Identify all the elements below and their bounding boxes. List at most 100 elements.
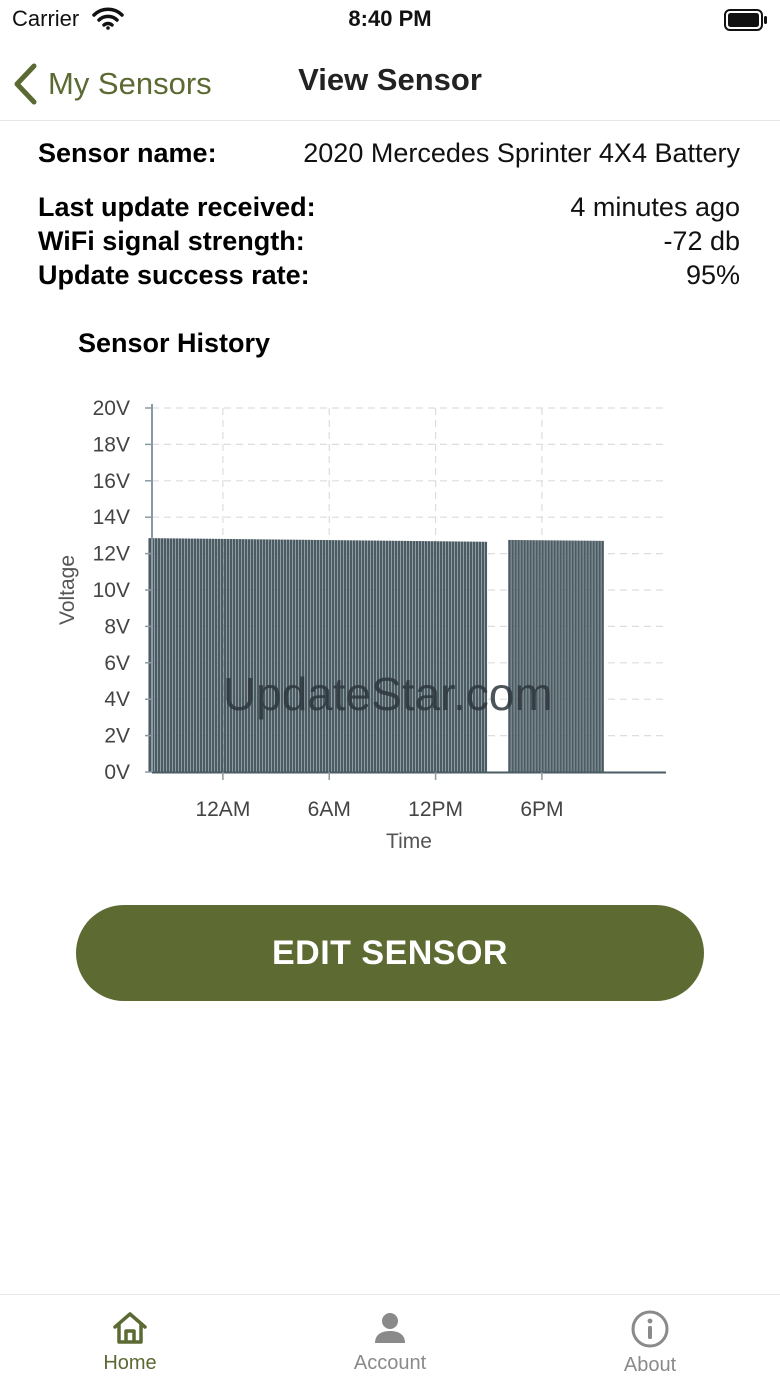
bar [529,540,532,772]
bar [586,540,589,772]
bar [466,541,470,772]
bar [337,540,341,772]
sensor-history-chart: 0V 2V 4V 6V 8V 10V 12V 14V 16V 18V 20V 12AM 6AM 12PM 6… [56,397,666,853]
bar [394,540,398,772]
bar [148,538,152,772]
bar [193,538,197,772]
bar [451,541,455,772]
bar [277,539,281,772]
x-tick-label: 12PM [408,798,463,821]
bar [457,541,461,772]
bar [421,541,425,772]
bar [169,538,173,772]
bar [280,539,284,772]
bar [358,540,362,772]
bar [406,540,410,772]
stat-label: Last update received: [38,192,316,222]
x-axis-title: Time [386,830,432,853]
bar [274,539,278,772]
bar [418,541,422,772]
y-tick-label: 20V [93,397,130,420]
chevron-left-icon [14,63,37,105]
bar [220,538,224,772]
bar [475,541,479,772]
y-tick-label: 18V [93,433,130,456]
sensor-stats: Last update received: 4 minutes ago WiFi… [38,192,740,294]
bar [268,539,272,772]
navigation-bar: My Sensors View Sensor [0,48,780,121]
x-tick-label: 6AM [308,798,351,821]
stat-value: -72 db [663,226,740,256]
bar [205,538,209,772]
battery-icon [724,9,767,31]
person-icon [375,1313,405,1343]
y-tick-label: 16V [93,470,130,493]
bar [238,539,242,772]
bar [322,540,326,772]
home-icon [113,1312,147,1344]
bar [154,538,158,772]
bar [484,541,488,772]
bar [271,539,275,772]
bar [601,540,604,772]
bar [550,540,553,772]
y-tick-label: 4V [104,688,130,711]
bar [598,540,601,772]
bar [172,538,176,772]
chart-title: Sensor History [78,328,271,358]
bar [217,538,221,772]
bar [262,539,266,772]
bar [295,539,299,772]
tab-account[interactable]: Account [260,1295,520,1388]
bar [331,540,335,772]
bar [445,541,449,772]
bar [355,540,359,772]
y-tick-label: 10V [93,579,130,602]
bar [229,539,233,772]
bar [478,541,482,772]
bar [250,539,254,772]
back-label: My Sensors [48,66,212,101]
edit-sensor-button[interactable]: EDIT SENSOR [76,905,704,1001]
bar [559,540,562,772]
bar [556,540,559,772]
bar [181,538,185,772]
bar [592,540,595,772]
bar [313,539,317,772]
bar [427,541,431,772]
y-tick-label: 12V [93,543,130,566]
bar [580,540,583,772]
bar [166,538,170,772]
back-button[interactable]: My Sensors [12,56,212,112]
y-tick-label: 6V [104,652,130,675]
bar [514,540,517,772]
bar [544,540,547,772]
bar [316,539,320,772]
bar [382,540,386,772]
tab-about[interactable]: About [520,1295,780,1388]
y-tick-label: 0V [104,761,130,784]
bar [520,540,523,772]
bar [304,539,308,772]
bar [430,541,434,772]
bar [412,540,416,772]
bar [187,538,191,772]
y-tick-label: 14V [93,506,130,529]
bar [583,540,586,772]
bar [565,540,568,772]
y-axis-title: Voltage [56,555,79,625]
bar [184,538,188,772]
bar [472,541,476,772]
bar [235,539,239,772]
stat-label: WiFi signal strength: [38,226,305,256]
clock: 8:40 PM [348,6,432,31]
bar [469,541,473,772]
tab-home[interactable]: Home [0,1295,260,1388]
sensor-name-row: Sensor name: 2020 Mercedes Sprinter 4X4 … [38,138,740,169]
bar [328,540,332,772]
bar [190,538,194,772]
tab-bar: Home Account About [0,1294,780,1388]
stat-row-success-rate: Update success rate: 95% [38,260,740,294]
bar [283,539,287,772]
bar [247,539,251,772]
